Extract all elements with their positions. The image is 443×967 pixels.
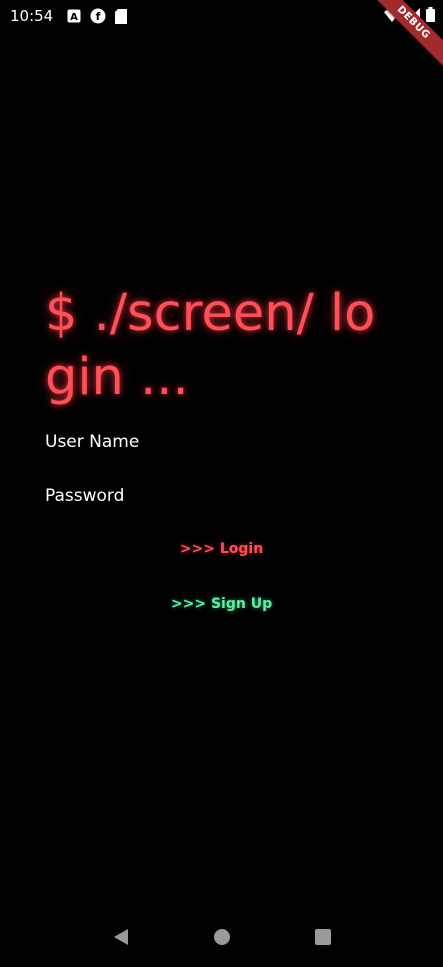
recents-icon[interactable] <box>303 917 343 957</box>
page-title: $ ./screen/ login ... <box>45 284 376 407</box>
login-button[interactable]: >>> Login <box>0 541 443 557</box>
navigation-bar <box>0 907 443 967</box>
f-icon: f <box>90 8 106 24</box>
login-screen: 10:54 A f DEBUG $ ./screen/ login ... Us… <box>0 0 443 967</box>
sd-card-icon <box>115 8 128 24</box>
status-bar: 10:54 A f <box>0 0 443 32</box>
username-field[interactable] <box>45 427 395 457</box>
back-icon[interactable] <box>101 917 141 957</box>
home-icon[interactable] <box>202 917 242 957</box>
password-field[interactable] <box>45 481 395 511</box>
a-icon: A <box>67 9 81 23</box>
status-time: 10:54 <box>10 7 54 25</box>
svg-text:f: f <box>96 10 101 23</box>
svg-text:A: A <box>70 12 78 23</box>
signup-button[interactable]: >>> Sign Up <box>0 596 443 612</box>
